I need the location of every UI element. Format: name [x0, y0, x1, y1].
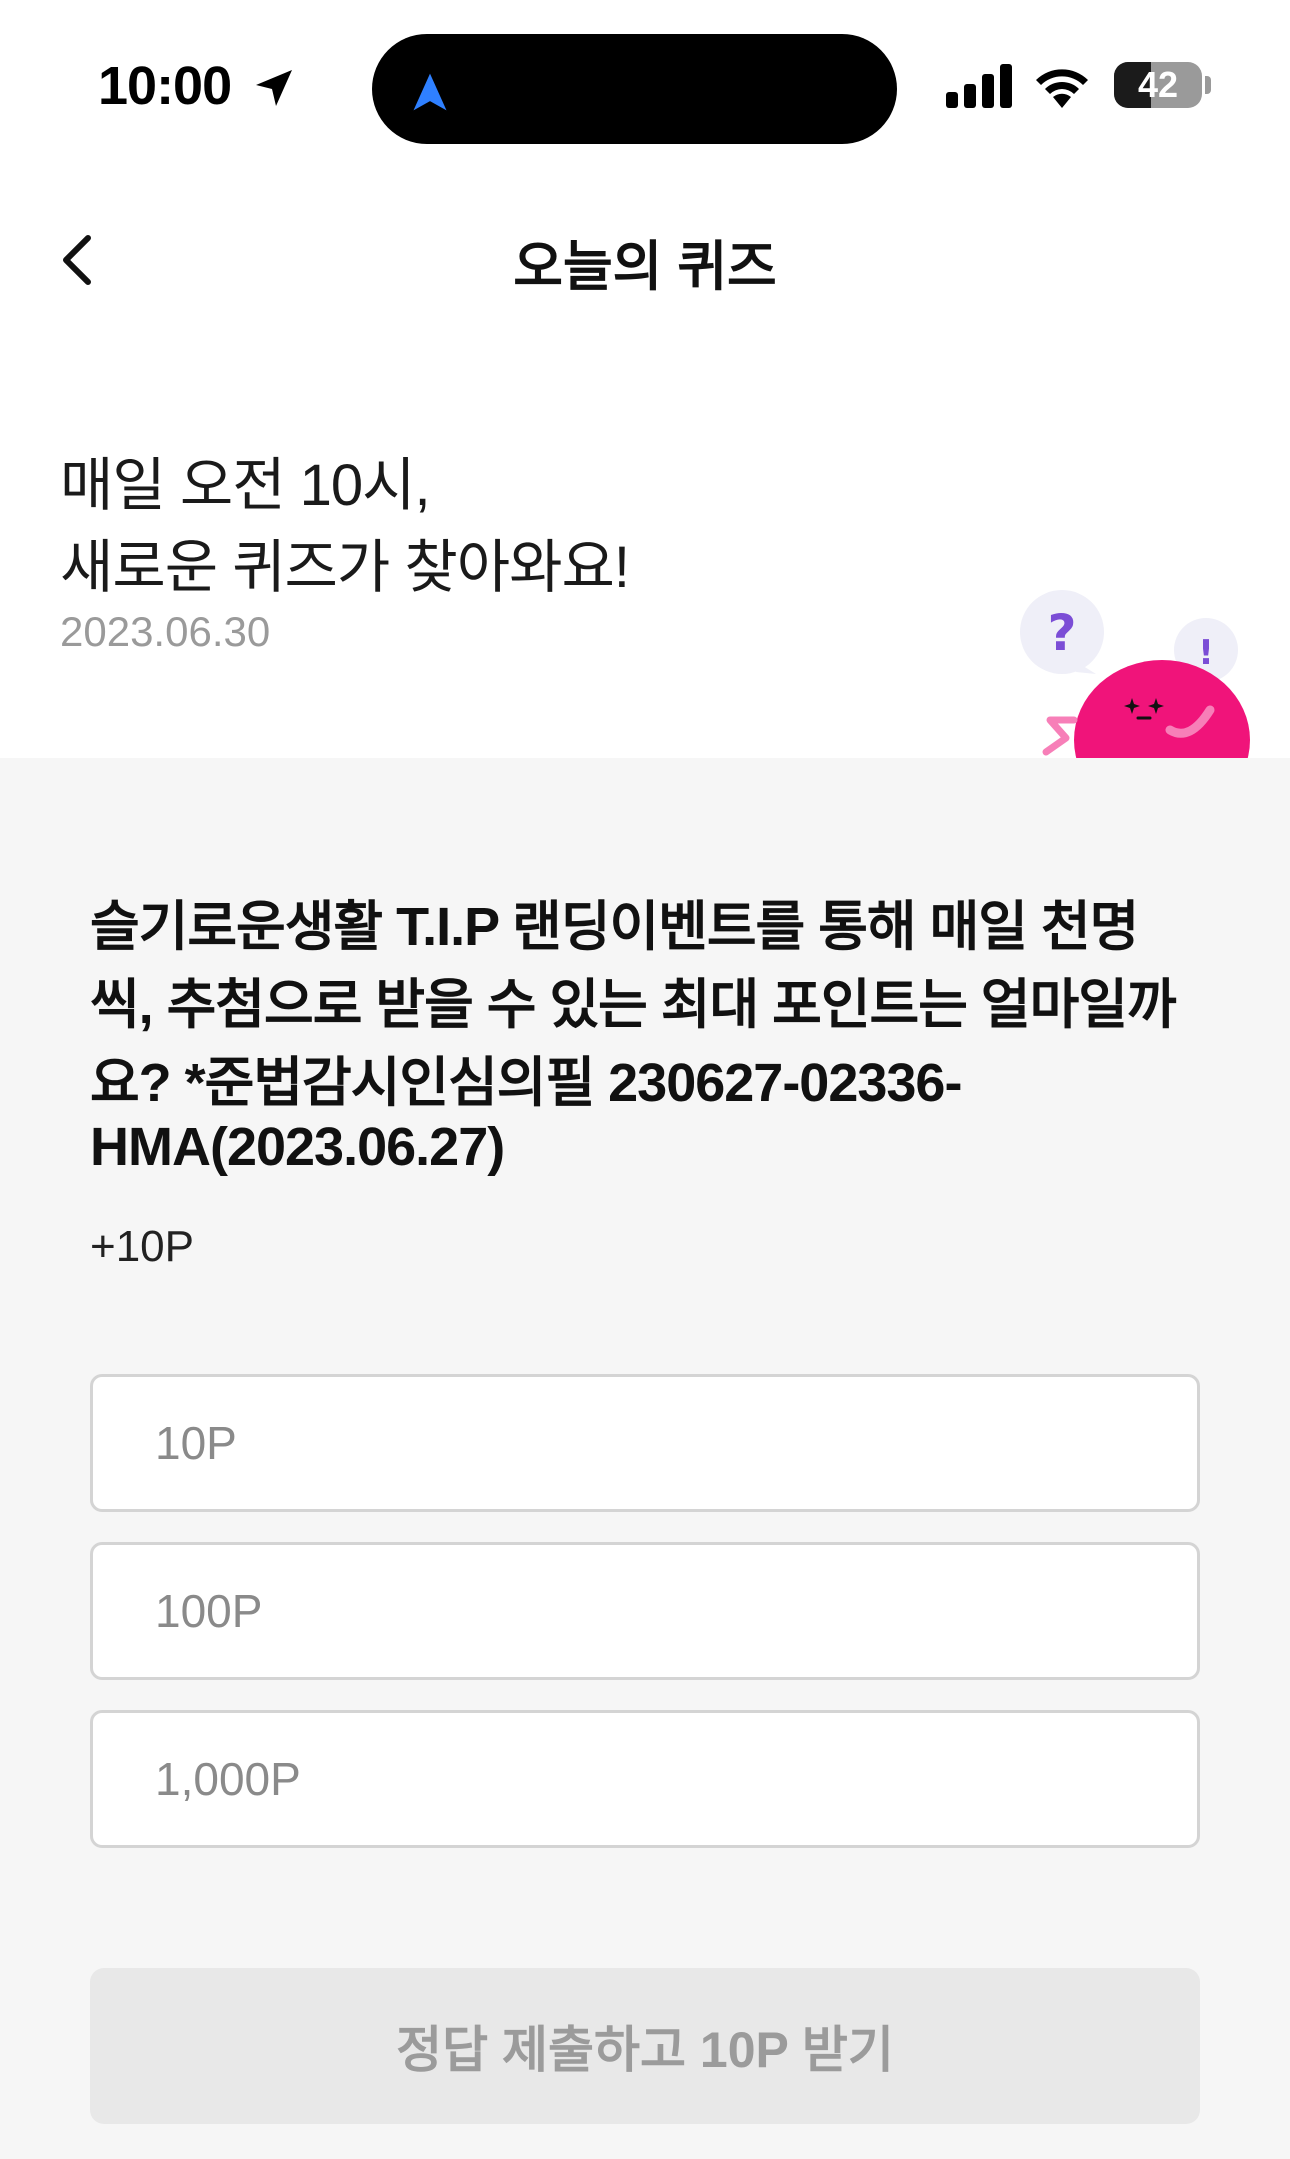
answer-option-2[interactable]: 100P	[90, 1542, 1200, 1680]
submit-answer-button[interactable]: 정답 제출하고 10P 받기	[90, 1968, 1200, 2124]
question-text-line-4: HMA(2023.06.27)	[90, 1117, 505, 1177]
battery-icon: 42	[1114, 62, 1202, 108]
navigation-icon	[413, 73, 447, 111]
answer-option-label: 1,000P	[155, 1753, 301, 1805]
wifi-icon	[1036, 69, 1088, 108]
hero-headline-line-2: 새로운 퀴즈가 찾아와요!	[60, 535, 630, 600]
question-bubble-icon: ?	[1020, 590, 1104, 674]
svg-text:?: ?	[1047, 604, 1076, 662]
svg-text:!: !	[1198, 633, 1214, 673]
page-title: 오늘의 퀴즈	[513, 237, 777, 297]
status-time: 10:00	[98, 56, 232, 116]
battery-nub	[1205, 76, 1211, 94]
question-text-line-3: 요? *준법감시인심의필 230627-02336-	[90, 1053, 962, 1113]
mascot-illustration: ? !	[1020, 590, 1250, 760]
hero-headline-line-1: 매일 오전 10시,	[60, 453, 431, 518]
reward-points: +10P	[90, 1222, 194, 1271]
answer-option-1[interactable]: 10P	[90, 1374, 1200, 1512]
location-arrow-icon	[256, 70, 292, 106]
answer-option-label: 10P	[155, 1417, 237, 1469]
question-text-line-1: 슬기로운생활 T.I.P 랜딩이벤트를 통해 매일 천명	[90, 897, 1139, 957]
battery-label: 42	[1137, 64, 1179, 105]
answer-option-3[interactable]: 1,000P	[90, 1710, 1200, 1848]
status-bar: 10:00 42	[0, 0, 1290, 160]
quiz-date: 2023.06.30	[60, 608, 271, 655]
question-text-line-2: 씩, 추첨으로 받을 수 있는 최대 포인트는 얼마일까	[90, 975, 1177, 1035]
answer-option-label: 100P	[155, 1585, 263, 1637]
signal-icon	[946, 64, 1012, 108]
